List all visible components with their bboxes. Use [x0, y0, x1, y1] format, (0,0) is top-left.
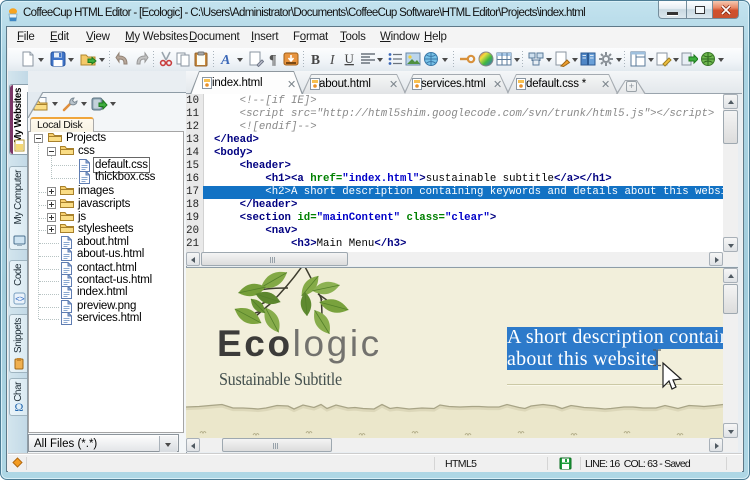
svg-text:U: U: [345, 51, 355, 66]
svg-text:A: A: [220, 53, 230, 67]
svg-text:<>: <>: [15, 295, 25, 304]
svg-text:B: B: [311, 52, 320, 67]
svg-text:I: I: [329, 52, 336, 67]
svg-text:¶: ¶: [269, 53, 277, 67]
svg-text:Ω: Ω: [15, 400, 24, 413]
